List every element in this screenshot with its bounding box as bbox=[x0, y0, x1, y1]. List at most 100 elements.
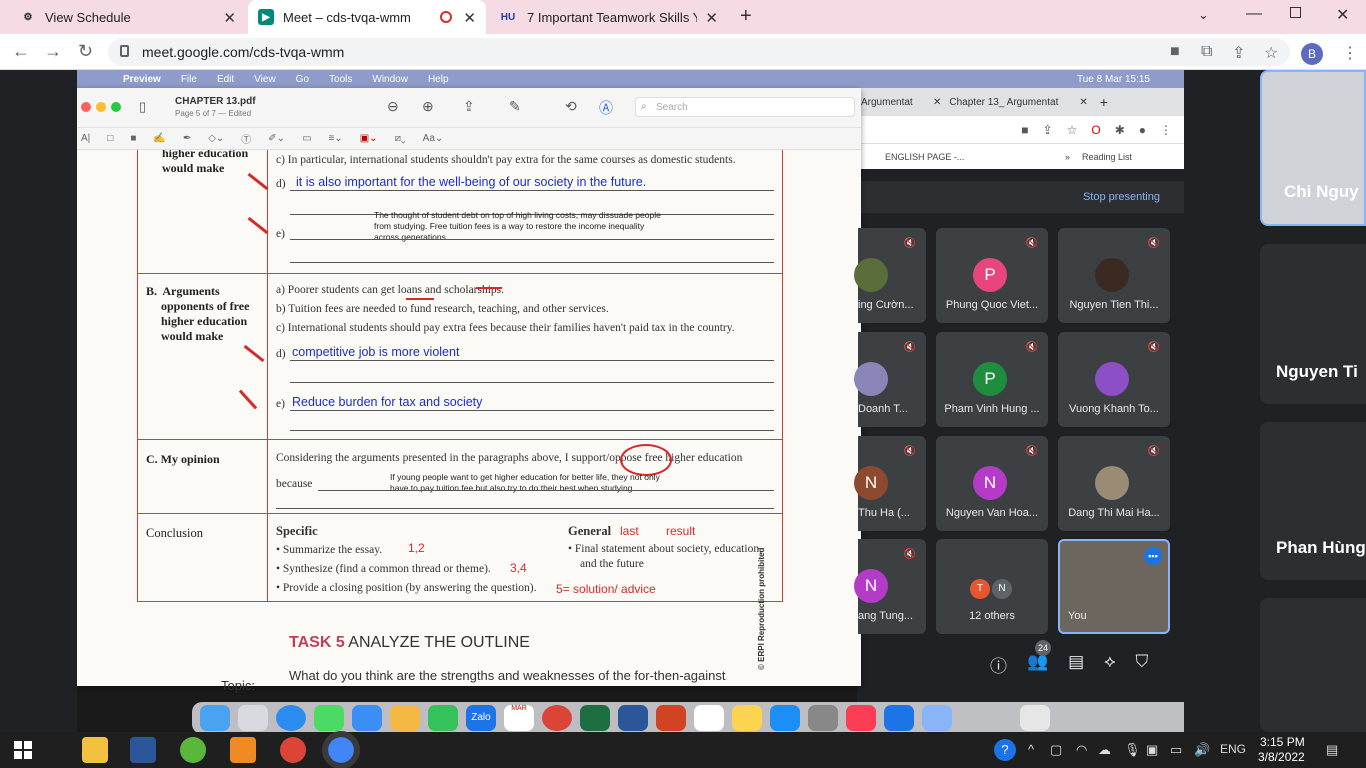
redact-icon: ■ bbox=[130, 133, 137, 144]
red-underline-scholarships bbox=[476, 287, 502, 289]
notifications-icon[interactable]: ▤ bbox=[1326, 742, 1338, 758]
divider bbox=[290, 360, 774, 361]
menu-icon[interactable]: ⋮ bbox=[1342, 43, 1358, 63]
mic-off-icon: 🔇 bbox=[903, 549, 916, 560]
pdf-app-icon[interactable] bbox=[230, 737, 256, 763]
chrome-icon[interactable] bbox=[280, 737, 306, 763]
chevron-up-icon[interactable]: ^ bbox=[1028, 742, 1034, 757]
profile-avatar[interactable]: B bbox=[1301, 43, 1323, 65]
participant-avatar: P bbox=[973, 362, 1007, 396]
participant-tile[interactable]: P 🔇 Phung Quoc Viet... bbox=[936, 228, 1048, 323]
battery-icon[interactable]: ▭ bbox=[1170, 742, 1182, 758]
app-green-icon[interactable] bbox=[180, 737, 206, 763]
chrome-profile-icon[interactable] bbox=[322, 731, 360, 768]
specific-mark-2: 3,4 bbox=[510, 561, 527, 575]
participant-tile[interactable]: 🔇 Nguyen Tien Thi... bbox=[1058, 228, 1170, 323]
mic-off-icon: 🔇 bbox=[1025, 446, 1038, 457]
clock-date[interactable]: 3/8/2022 bbox=[1258, 750, 1305, 764]
close-tab-icon[interactable]: ✕ bbox=[705, 9, 718, 27]
participant-tile[interactable]: 🔇 ing Cườn... bbox=[854, 228, 926, 323]
menu-help: Help bbox=[427, 73, 449, 85]
divider bbox=[290, 190, 774, 191]
arg-b-a: a) Poorer students can get loans and sch… bbox=[276, 284, 505, 296]
participant-tile[interactable]: ▪▪▪ You bbox=[1058, 539, 1170, 634]
messages-icon bbox=[314, 705, 344, 731]
minimize-icon[interactable]: — bbox=[1246, 5, 1262, 23]
share-icon[interactable]: ⇪ bbox=[1232, 43, 1245, 63]
info-icon[interactable]: ⓘ bbox=[990, 652, 1007, 677]
inner-chrome-window: Argumentat ✕ Chapter 13_ Argumentat ✕ + … bbox=[857, 88, 1184, 169]
participant-name: Nguyen Tien Thi... bbox=[1069, 299, 1159, 311]
url-input[interactable]: meet.google.com/cds-tvqa-wmm bbox=[108, 38, 1290, 66]
bookmark-english-page: ENGLISH PAGE -... bbox=[885, 151, 965, 162]
people-icon[interactable]: 👥 24 bbox=[1027, 640, 1051, 677]
close-dot bbox=[81, 102, 91, 112]
restore-icon[interactable] bbox=[1290, 7, 1301, 18]
topic-label: Topic: bbox=[221, 678, 255, 693]
windows-start-icon[interactable] bbox=[14, 741, 32, 759]
forward-icon[interactable]: → bbox=[44, 41, 62, 62]
meet-now-icon[interactable]: ▢ bbox=[1050, 742, 1062, 758]
bookmark-star-icon[interactable]: ☆ bbox=[1264, 43, 1278, 63]
shapes-icon: ◇⌄ bbox=[208, 133, 225, 144]
cloud-icon[interactable]: ☁ bbox=[1098, 742, 1111, 758]
participant-tile[interactable]: 🔇 Doanh T... bbox=[854, 332, 926, 427]
specific-heading: Specific bbox=[276, 524, 318, 538]
participant-tile[interactable]: T N 12 others bbox=[936, 539, 1048, 634]
file-explorer-icon[interactable] bbox=[82, 737, 108, 763]
participant-name: Dang Thi Mai Ha... bbox=[1068, 507, 1160, 519]
help-icon[interactable]: ? bbox=[994, 739, 1016, 761]
tab-search-icon[interactable]: ⌄ bbox=[1198, 7, 1209, 23]
menu-icon: ⋮ bbox=[1160, 122, 1172, 137]
finder-icon bbox=[200, 705, 230, 731]
camera-icon[interactable]: ■ bbox=[1170, 43, 1180, 61]
word-icon[interactable] bbox=[130, 737, 156, 763]
back-icon[interactable]: ← bbox=[12, 41, 30, 62]
zoom-dot bbox=[111, 102, 121, 112]
mic-off-icon: 🔇 bbox=[1147, 446, 1160, 457]
menu-window: Window bbox=[372, 73, 408, 85]
mic-icon[interactable]: 🎙 bbox=[1124, 742, 1141, 758]
participant-avatar bbox=[1095, 466, 1129, 500]
stop-presenting-button[interactable]: Stop presenting bbox=[1083, 191, 1160, 203]
participant-tile[interactable]: N 🔇 Nguyen Van Hoa... bbox=[936, 436, 1048, 531]
close-window-icon[interactable]: ✕ bbox=[1336, 5, 1349, 25]
participant-name: 12 others bbox=[969, 610, 1015, 622]
reload-icon[interactable]: ↻ bbox=[78, 41, 93, 62]
participant-tile[interactable]: N 🔇 Thu Ha (... bbox=[854, 436, 926, 531]
mail-icon bbox=[352, 705, 382, 731]
chat-icon[interactable]: ▤ bbox=[1068, 652, 1084, 677]
arg-b-e-handwritten: Reduce burden for tax and society bbox=[292, 395, 483, 409]
tab-teamwork[interactable]: HU 7 Important Teamwork Skills You ✕ bbox=[488, 0, 728, 34]
side-tile bbox=[1260, 598, 1366, 732]
arg-a-e-label: e) bbox=[276, 228, 285, 240]
menu-view: View bbox=[254, 73, 276, 85]
inner-bookmarks-bar: ENGLISH PAGE -... » Reading List bbox=[857, 143, 1184, 169]
clock-time[interactable]: 3:15 PM bbox=[1260, 735, 1305, 749]
tab-meet[interactable]: ▶ Meet – cds-tvqa-wmm ✕ bbox=[248, 0, 486, 34]
network-icon[interactable]: ▣ bbox=[1146, 742, 1158, 758]
tab-view-schedule[interactable]: ⚙ View Schedule ✕ bbox=[10, 0, 246, 34]
close-tab-icon[interactable]: ✕ bbox=[463, 9, 476, 27]
pdf-page: higher education would make c) In partic… bbox=[77, 150, 861, 686]
participant-avatar bbox=[1095, 258, 1129, 292]
participant-avatar bbox=[1095, 362, 1129, 396]
task-body: What do you think are the strengths and … bbox=[289, 668, 726, 683]
side-tile-name: Phan Hùng bbox=[1276, 538, 1366, 557]
close-tab-icon[interactable]: ✕ bbox=[223, 9, 236, 27]
translate-icon[interactable]: ⧉ bbox=[1201, 43, 1212, 61]
arg-b-e-label: e) bbox=[276, 398, 285, 410]
participant-tile[interactable]: 🔇 Vuong Khanh To... bbox=[1058, 332, 1170, 427]
participant-tile[interactable]: N 🔇 ang Tung... bbox=[854, 539, 926, 634]
side-tile: Phan Hùng bbox=[1260, 422, 1366, 580]
participant-tile[interactable]: 🔇 Dang Thi Mai Ha... bbox=[1058, 436, 1170, 531]
wifi-icon[interactable]: ◠ bbox=[1076, 742, 1087, 758]
volume-icon[interactable]: 🔊 bbox=[1194, 742, 1210, 758]
participant-tile[interactable]: P 🔇 Pham Vinh Hung ... bbox=[936, 332, 1048, 427]
divider bbox=[290, 410, 774, 411]
activities-icon[interactable]: ⟡ bbox=[1104, 652, 1115, 677]
opinion-line: Considering the arguments presented in t… bbox=[276, 452, 743, 464]
language-indicator[interactable]: ENG bbox=[1220, 742, 1246, 756]
new-tab-icon[interactable]: + bbox=[740, 5, 752, 28]
host-controls-icon[interactable]: ⛉ bbox=[1135, 652, 1148, 677]
